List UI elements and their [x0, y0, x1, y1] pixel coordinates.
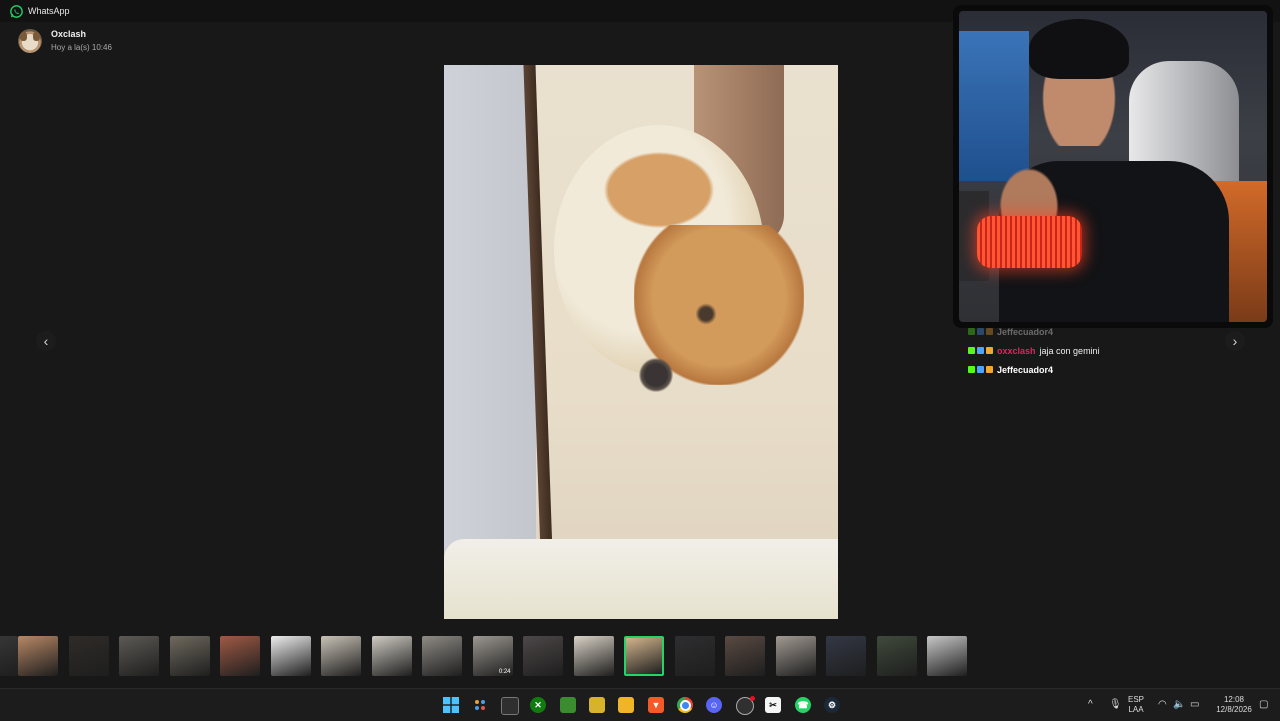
windows-taskbar: ✕ ▼ ☺ ✂ ☎ ⚙ ^ 🎙 ESP LAA ◠ 🔈 ▭ 12:08 12/8… — [0, 688, 1280, 721]
thumb-boy[interactable] — [18, 636, 58, 676]
volume-icon[interactable]: 🔈 — [1173, 699, 1185, 710]
chat-username[interactable]: Jeffecuador4 — [997, 327, 1053, 337]
stream-chat-overlay: Jeffecuador4 oxxclash jaja con gemini Jeffe… — [968, 322, 1228, 379]
whatsapp-taskbar-icon[interactable]: ☎ — [795, 697, 811, 713]
whatsapp-icon — [10, 4, 23, 18]
media-viewer-image — [444, 65, 838, 619]
chrome-icon[interactable] — [677, 697, 693, 713]
microphone-icon[interactable]: 🎙 — [1109, 699, 1122, 710]
thumb-screen[interactable] — [674, 636, 715, 676]
thumb-hands-2[interactable] — [725, 636, 765, 676]
file-explorer-icon[interactable] — [618, 697, 634, 713]
subscriber-badge-icon — [977, 366, 984, 373]
wifi-icon[interactable]: ◠ — [1158, 699, 1167, 710]
webcam-overlay — [953, 5, 1273, 328]
thumb-floor[interactable] — [371, 636, 412, 676]
video-duration: 0:24 — [498, 669, 511, 675]
chat-message: oxxclash jaja con gemini — [968, 341, 1228, 360]
chevron-right-icon: › — [1232, 333, 1238, 349]
game-app-icon[interactable] — [589, 697, 605, 713]
thumb-food[interactable] — [220, 636, 260, 676]
subscriber-badge-icon — [977, 328, 984, 335]
thumb-text-card[interactable] — [573, 636, 614, 676]
battery-icon[interactable]: ▭ — [1190, 699, 1199, 710]
thumb-window[interactable] — [927, 636, 967, 676]
thumb-green-screen[interactable] — [876, 636, 917, 676]
thumb-room-light[interactable] — [321, 636, 361, 676]
chat-message: Jeffecuador4 — [968, 322, 1228, 341]
media-thumbnail-strip: 0:24 — [0, 628, 1280, 684]
kick-badge-icon — [968, 328, 975, 335]
notification-icon[interactable]: ▢ — [1259, 699, 1268, 710]
discord-icon[interactable]: ☺ — [706, 697, 722, 713]
kick-badge-icon — [968, 347, 975, 354]
thumb-video[interactable]: 0:24 — [472, 636, 513, 676]
chat-message: Jeffecuador4 — [968, 360, 1228, 379]
previous-media-button[interactable]: ‹ — [36, 331, 56, 351]
minecraft-icon[interactable] — [560, 697, 576, 713]
avatar[interactable] — [18, 29, 42, 53]
sender-name: Oxclash — [51, 29, 87, 39]
thumb-selfie[interactable] — [523, 636, 563, 676]
chat-username[interactable]: oxxclash — [997, 346, 1036, 356]
thumb-document[interactable] — [270, 636, 311, 676]
chat-username[interactable]: Jeffecuador4 — [997, 365, 1053, 375]
obs-icon[interactable] — [736, 696, 755, 715]
thumb-cloth[interactable] — [775, 636, 816, 676]
gift-badge-icon — [986, 347, 993, 354]
chat-message-text: jaja con gemini — [1039, 345, 1100, 356]
thumb-room-dark[interactable] — [119, 636, 159, 676]
thumb-dog-selected[interactable] — [624, 636, 664, 676]
thumb-pou[interactable] — [68, 636, 109, 676]
thumb-hands[interactable] — [169, 636, 210, 676]
xbox-icon[interactable]: ✕ — [530, 697, 546, 713]
message-timestamp: Hoy a la(s) 10:46 — [51, 43, 112, 52]
subscriber-badge-icon — [977, 347, 984, 354]
kick-badge-icon — [968, 366, 975, 373]
thumb-desktop[interactable] — [826, 636, 866, 676]
system-clock[interactable]: 12:08 12/8/2026 — [1214, 695, 1254, 715]
widgets-icon[interactable] — [472, 697, 488, 713]
chevron-up-icon[interactable]: ^ — [1088, 699, 1093, 710]
next-media-button[interactable]: › — [1225, 331, 1245, 351]
thumb-partial[interactable] — [0, 636, 18, 676]
sender-header: Oxclash Hoy a la(s) 10:46 — [18, 28, 112, 54]
thumb-blur[interactable] — [422, 636, 462, 676]
capcut-icon[interactable]: ✂ — [765, 697, 781, 713]
start-icon[interactable] — [443, 697, 459, 713]
gift-badge-icon — [986, 328, 993, 335]
gift-badge-icon — [986, 366, 993, 373]
language-indicator[interactable]: ESP LAA — [1128, 695, 1144, 715]
chevron-left-icon: ‹ — [43, 333, 49, 349]
steam-icon[interactable]: ⚙ — [824, 697, 840, 713]
store-icon[interactable] — [501, 697, 519, 715]
brave-browser-icon[interactable]: ▼ — [648, 697, 664, 713]
app-title: WhatsApp — [28, 6, 70, 16]
